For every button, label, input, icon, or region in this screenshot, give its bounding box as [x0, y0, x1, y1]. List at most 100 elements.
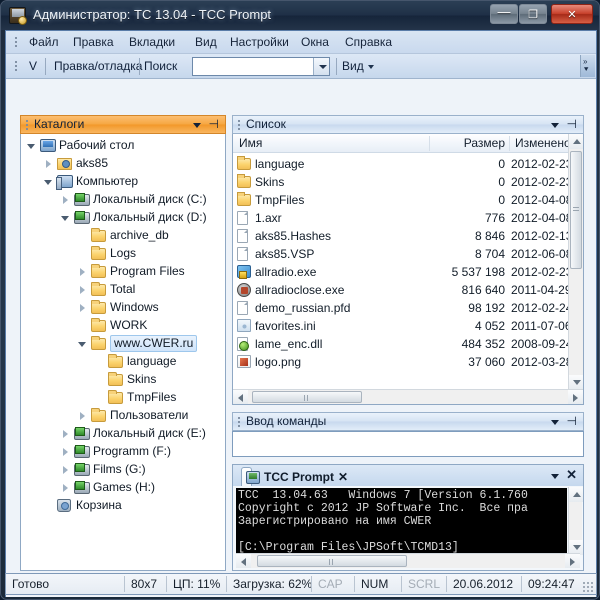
tree-node[interactable]: Games (H:)	[21, 479, 225, 496]
chevron-down-icon[interactable]	[551, 123, 559, 128]
console-horizontal-scrollbar[interactable]	[236, 553, 580, 568]
tree-node[interactable]: Programm (F:)	[21, 443, 225, 460]
menubar-grip[interactable]	[14, 36, 18, 49]
tree-expand-icon[interactable]	[78, 304, 87, 313]
file-row[interactable]: language02012-02-23	[233, 155, 567, 173]
tree-node[interactable]: Windows	[21, 299, 225, 316]
file-row[interactable]: TmpFiles02012-04-08	[233, 191, 567, 209]
panel-grip[interactable]	[237, 416, 241, 428]
menu-item-1[interactable]: Правка	[68, 33, 119, 52]
tree-expand-icon[interactable]	[44, 160, 53, 169]
console-tab[interactable]: TCC Prompt ✕	[241, 467, 252, 487]
title-bar[interactable]: Администратор: TC 13.04 - TCC Prompt — ❐…	[1, 1, 600, 30]
tree-expand-icon[interactable]	[78, 268, 87, 277]
tree-node[interactable]: TmpFiles	[21, 389, 225, 406]
tree-expand-icon[interactable]	[61, 448, 70, 457]
menu-item-0[interactable]: Файл	[24, 33, 64, 52]
command-input-body[interactable]	[232, 431, 584, 457]
scroll-up-arrow-icon[interactable]	[569, 134, 583, 149]
scrollbar-thumb[interactable]	[257, 555, 407, 567]
resize-grip[interactable]	[582, 581, 593, 592]
scrollbar-thumb[interactable]	[570, 151, 582, 269]
tree-node[interactable]: archive_db	[21, 227, 225, 244]
column-divider[interactable]	[509, 136, 510, 151]
file-row[interactable]: favorites.ini4 0522011-07-06	[233, 317, 567, 335]
toolbar-overflow-button[interactable]: » ⯆	[580, 55, 595, 77]
tree-node[interactable]: Корзина	[21, 497, 225, 514]
tree-node[interactable]: Total	[21, 281, 225, 298]
scroll-down-arrow-icon[interactable]	[569, 375, 583, 390]
toolbar-grip[interactable]	[14, 60, 18, 73]
tree-collapse-icon[interactable]	[61, 214, 70, 223]
tree-node[interactable]: language	[21, 353, 225, 370]
tree-node[interactable]: Локальный диск (E:)	[21, 425, 225, 442]
tree-expand-icon[interactable]	[61, 196, 70, 205]
tree-node[interactable]: Films (G:)	[21, 461, 225, 478]
chevron-down-icon[interactable]	[551, 420, 559, 425]
file-row[interactable]: allradioclose.exe816 6402011-04-29	[233, 281, 567, 299]
column-header-modified[interactable]: Изменено	[515, 134, 571, 152]
maximize-button[interactable]: ❐	[519, 4, 547, 24]
column-header-name[interactable]: Имя	[239, 134, 262, 152]
folders-tree[interactable]: Рабочий столaks85КомпьютерЛокальный диск…	[20, 134, 226, 571]
command-input-panel-header[interactable]: Ввод команды ⊣	[232, 412, 584, 431]
file-row[interactable]: Skins02012-02-23	[233, 173, 567, 191]
tree-node[interactable]: Локальный диск (C:)	[21, 191, 225, 208]
menu-item-5[interactable]: Окна	[296, 33, 334, 52]
tree-collapse-icon[interactable]	[44, 178, 53, 187]
tree-node[interactable]: Logs	[21, 245, 225, 262]
app-icon[interactable]	[9, 7, 26, 24]
file-list-horizontal-scrollbar[interactable]	[233, 389, 583, 404]
tree-node[interactable]: Skins	[21, 371, 225, 388]
console-screen[interactable]: TCC 13.04.63 Windows 7 [Version 6.1.760 …	[236, 488, 567, 554]
tree-node[interactable]: WORK	[21, 317, 225, 334]
tree-expand-icon[interactable]	[61, 430, 70, 439]
file-row[interactable]: demo_russian.pfd98 1922012-02-24	[233, 299, 567, 317]
tree-node[interactable]: aks85	[21, 155, 225, 172]
close-button[interactable]: ✕	[551, 4, 593, 24]
chevron-down-icon[interactable]	[551, 474, 559, 479]
pin-icon[interactable]: ⊣	[209, 118, 219, 131]
file-row[interactable]: lame_enc.dll484 3522008-09-24	[233, 335, 567, 353]
panel-grip[interactable]	[25, 119, 29, 131]
tree-expand-icon[interactable]	[78, 286, 87, 295]
file-list-body[interactable]: Имя Размер Изменено language02012-02-23S…	[232, 134, 584, 405]
tree-node[interactable]: Рабочий стол	[21, 137, 225, 154]
search-input[interactable]	[196, 58, 310, 75]
file-row[interactable]: 1.axr7762012-04-08	[233, 209, 567, 227]
menu-item-4[interactable]: Настройки	[225, 33, 294, 52]
pin-icon[interactable]: ⊣	[567, 118, 577, 131]
toolbar-view-button[interactable]: Вид	[342, 58, 374, 75]
folders-panel-header[interactable]: Каталоги ⊣	[20, 115, 226, 134]
tree-node[interactable]: www.CWER.ru	[21, 335, 225, 352]
menu-item-3[interactable]: Вид	[190, 33, 222, 52]
file-list-panel-header[interactable]: Список ⊣	[232, 115, 584, 134]
scroll-left-arrow-icon[interactable]	[233, 390, 248, 404]
scroll-right-arrow-icon[interactable]	[568, 390, 583, 404]
tree-collapse-icon[interactable]	[78, 340, 87, 349]
file-row[interactable]: aks85.Hashes8 8462012-02-13	[233, 227, 567, 245]
toolbar-v-button[interactable]: V	[24, 58, 42, 75]
tree-node[interactable]: Пользователи	[21, 407, 225, 424]
close-icon[interactable]: ✕	[566, 468, 577, 482]
tree-collapse-icon[interactable]	[27, 142, 36, 151]
tree-node[interactable]: Program Files	[21, 263, 225, 280]
panel-grip[interactable]	[237, 119, 241, 131]
console-vertical-scrollbar[interactable]	[568, 487, 582, 555]
tree-node[interactable]: Локальный диск (D:)	[21, 209, 225, 226]
file-row[interactable]: allradio.exe5 537 1982012-02-23	[233, 263, 567, 281]
tree-node[interactable]: Компьютер	[21, 173, 225, 190]
console-body[interactable]: TCC 13.04.63 Windows 7 [Version 6.1.760 …	[232, 486, 584, 571]
menu-item-6[interactable]: Справка	[340, 33, 397, 52]
pin-icon[interactable]: ⊣	[567, 415, 577, 428]
scroll-right-arrow-icon[interactable]	[565, 554, 580, 568]
column-header-size[interactable]: Размер	[439, 134, 505, 152]
tree-expand-icon[interactable]	[61, 466, 70, 475]
toolbar-edit-debug-button[interactable]: Правка/отладка	[50, 58, 146, 75]
chevron-down-icon[interactable]	[313, 58, 329, 75]
file-row[interactable]: aks85.VSP8 7042012-06-08	[233, 245, 567, 263]
minimize-button[interactable]: —	[490, 4, 518, 24]
command-input-field[interactable]	[236, 434, 580, 454]
menu-item-2[interactable]: Вкладки	[124, 33, 180, 52]
tree-expand-icon[interactable]	[61, 484, 70, 493]
